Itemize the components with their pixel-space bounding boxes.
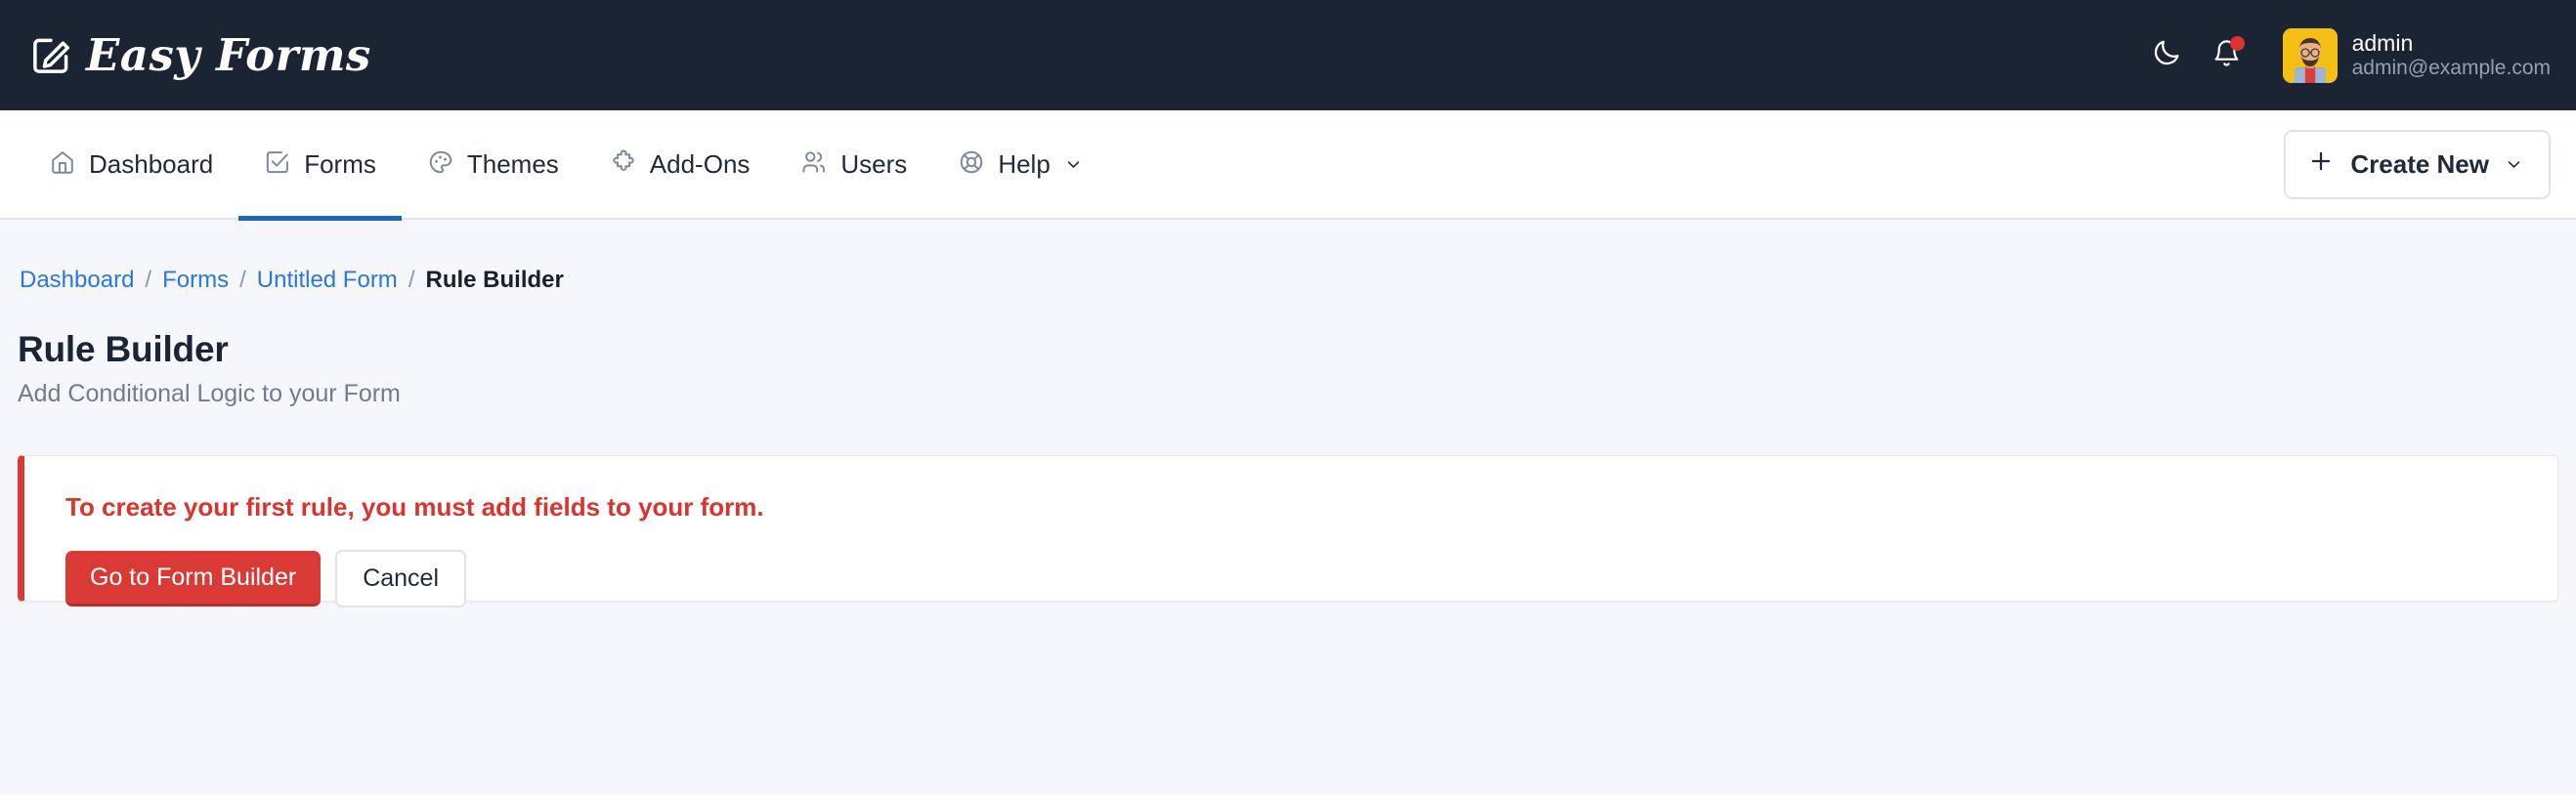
nav-label-dashboard: Dashboard [89, 148, 214, 179]
nav-item-help[interactable]: Help [932, 109, 1106, 219]
create-new-button[interactable]: Create New [2284, 129, 2551, 199]
dark-mode-toggle[interactable] [2136, 25, 2197, 86]
alert-card: To create your first rule, you must add … [18, 455, 2558, 607]
breadcrumb-link-dashboard[interactable]: Dashboard [20, 267, 134, 294]
top-header-bar: Easy Forms admin admin@example.com [0, 0, 2576, 110]
user-name: admin [2351, 29, 2414, 56]
create-new-label: Create New [2350, 148, 2489, 179]
nav-label-themes: Themes [466, 148, 559, 179]
notification-badge-dot [2229, 35, 2245, 51]
nav-label-users: Users [840, 148, 908, 179]
avatar [2282, 27, 2338, 83]
go-to-form-builder-button[interactable]: Go to Form Builder [65, 551, 322, 607]
breadcrumb-link-forms[interactable]: Forms [162, 267, 229, 294]
nav-label-help: Help [998, 148, 1051, 179]
users-icon [800, 148, 828, 181]
chevron-down-icon [1065, 156, 1082, 173]
nav-items: Dashboard Forms Themes Add-Ons Users Hel… [23, 109, 1107, 221]
palette-icon [427, 148, 454, 181]
notifications-button[interactable] [2197, 25, 2257, 86]
page-title: Rule Builder [18, 329, 229, 369]
nav-item-dashboard[interactable]: Dashboard [23, 109, 238, 219]
breadcrumb-separator: / [239, 267, 246, 293]
page-subtitle: Add Conditional Logic to your Form [18, 380, 401, 407]
nav-item-themes[interactable]: Themes [402, 109, 584, 219]
breadcrumb: Dashboard / Forms / Untitled Form / Rule… [18, 220, 2558, 294]
plus-icon [2308, 148, 2334, 181]
breadcrumb-separator: / [408, 267, 415, 293]
breadcrumb-current: Rule Builder [425, 267, 564, 293]
checkbox-square-icon [264, 148, 291, 181]
brand-name: Easy Forms [86, 29, 371, 81]
breadcrumb-link-untitled-form[interactable]: Untitled Form [257, 267, 398, 294]
breadcrumb-separator: / [145, 267, 152, 293]
user-meta: admin admin@example.com [2352, 30, 2551, 81]
user-email: admin@example.com [2351, 56, 2551, 79]
chevron-down-icon [2506, 149, 2522, 180]
main-navigation-bar: Dashboard Forms Themes Add-Ons Users Hel… [0, 109, 2576, 221]
page-content: Dashboard / Forms / Untitled Form / Rule… [0, 220, 2576, 607]
nav-label-add-ons: Add-Ons [649, 148, 751, 179]
alert-message: To create your first rule, you must add … [65, 492, 764, 522]
moon-icon [2151, 37, 2182, 73]
lifebuoy-icon [958, 148, 985, 181]
user-menu[interactable]: admin admin@example.com [2282, 27, 2551, 83]
alert-actions: Go to Form Builder Cancel [65, 550, 2518, 607]
puzzle-piece-icon [610, 148, 637, 181]
nav-item-add-ons[interactable]: Add-Ons [584, 109, 776, 219]
home-icon [49, 148, 76, 181]
nav-item-users[interactable]: Users [775, 109, 932, 219]
pencil-square-icon [29, 34, 72, 77]
nav-item-forms[interactable]: Forms [238, 109, 402, 221]
brand-logo[interactable]: Easy Forms [29, 29, 371, 81]
nav-label-forms: Forms [304, 148, 376, 179]
top-header-right: admin admin@example.com [2136, 25, 2551, 86]
cancel-button[interactable]: Cancel [335, 550, 467, 607]
